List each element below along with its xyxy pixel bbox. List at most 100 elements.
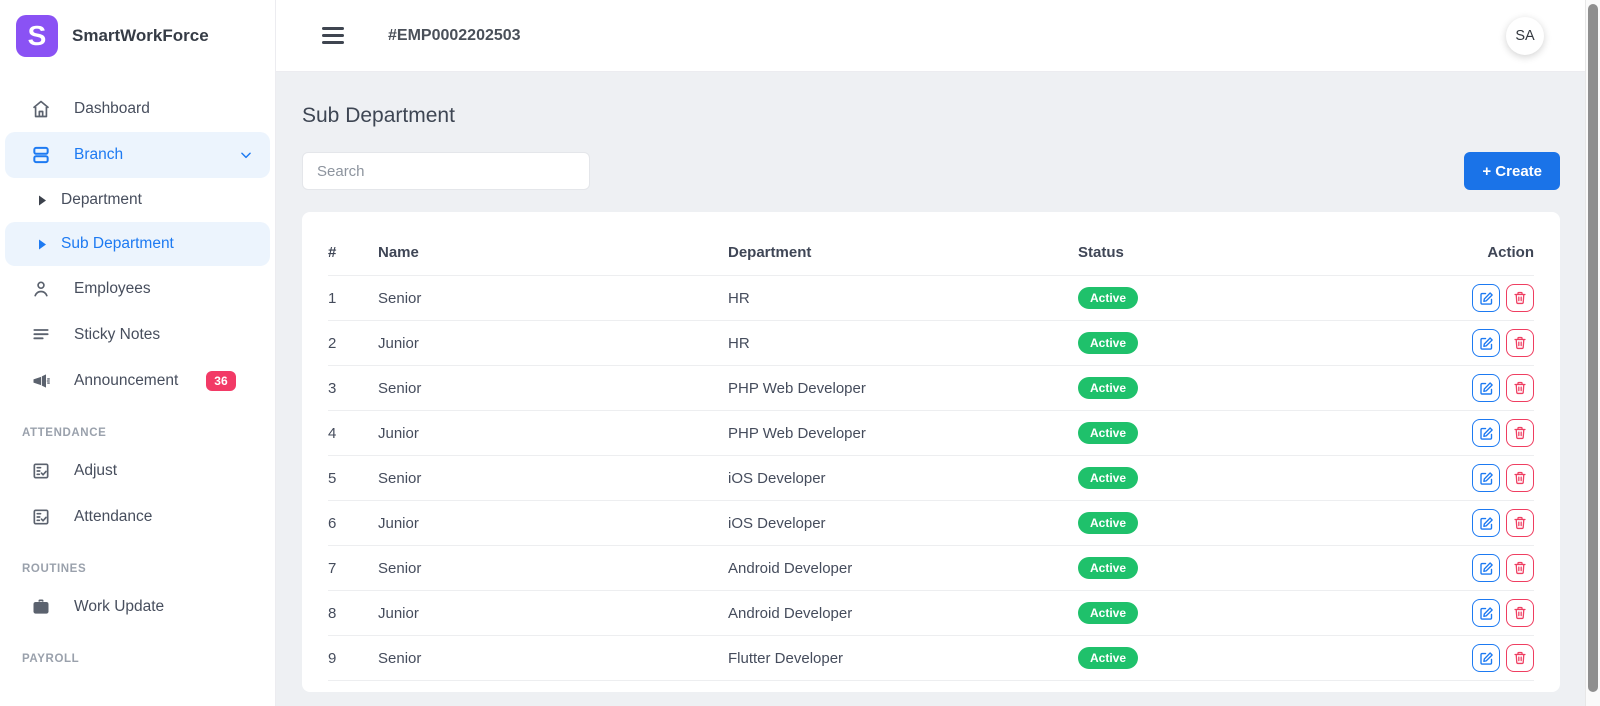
edit-button[interactable] xyxy=(1472,464,1500,492)
delete-button[interactable] xyxy=(1506,644,1534,672)
search-input[interactable] xyxy=(302,152,590,190)
delete-button[interactable] xyxy=(1506,554,1534,582)
caret-right-icon xyxy=(38,195,47,206)
row-department: Flutter Developer xyxy=(728,636,1078,681)
row-status: Active xyxy=(1078,456,1428,501)
row-name: Junior xyxy=(378,501,728,546)
row-name: Junior xyxy=(378,321,728,366)
delete-button[interactable] xyxy=(1506,374,1534,402)
edit-button[interactable] xyxy=(1472,554,1500,582)
brand: S SmartWorkForce xyxy=(0,0,275,68)
megaphone-icon xyxy=(30,370,52,392)
delete-button[interactable] xyxy=(1506,509,1534,537)
caret-right-icon xyxy=(38,239,47,250)
branch-icon xyxy=(30,144,52,166)
sidebar-nav: DashboardBranchDepartmentSub DepartmentE… xyxy=(0,68,275,674)
sidebar-item-dashboard[interactable]: Dashboard xyxy=(0,86,275,132)
hamburger-menu-icon[interactable] xyxy=(322,27,344,44)
row-status: Active xyxy=(1078,321,1428,366)
edit-button[interactable] xyxy=(1472,374,1500,402)
row-number: 9 xyxy=(328,636,378,681)
topbar: #EMP0002202503 SA xyxy=(276,0,1600,72)
sidebar-item-label: Adjust xyxy=(74,462,117,480)
row-name: Senior xyxy=(378,456,728,501)
row-actions xyxy=(1428,276,1534,321)
row-number: 6 xyxy=(328,501,378,546)
header-status: Status xyxy=(1078,232,1428,276)
header-num: # xyxy=(328,232,378,276)
sidebar-item-employees[interactable]: Employees xyxy=(0,266,275,312)
row-department: iOS Developer xyxy=(728,456,1078,501)
sidebar-item-department[interactable]: Department xyxy=(0,178,275,222)
row-actions xyxy=(1428,501,1534,546)
chevron-down-icon xyxy=(239,148,253,162)
delete-button[interactable] xyxy=(1506,419,1534,447)
row-actions xyxy=(1428,366,1534,411)
row-actions xyxy=(1428,456,1534,501)
main-area: #EMP0002202503 SA Sub Department + Creat… xyxy=(276,0,1600,706)
status-badge: Active xyxy=(1078,602,1138,624)
edit-button[interactable] xyxy=(1472,644,1500,672)
header-name: Name xyxy=(378,232,728,276)
row-department: PHP Web Developer xyxy=(728,366,1078,411)
trash-icon xyxy=(1513,381,1527,395)
edit-pencil-icon xyxy=(1479,336,1494,351)
status-badge: Active xyxy=(1078,467,1138,489)
status-badge: Active xyxy=(1078,557,1138,579)
edit-pencil-icon xyxy=(1479,426,1494,441)
app-window: S SmartWorkForce DashboardBranchDepartme… xyxy=(0,0,1600,706)
status-badge: Active xyxy=(1078,332,1138,354)
row-name: Junior xyxy=(378,591,728,636)
trash-icon xyxy=(1513,516,1527,530)
create-button[interactable]: + Create xyxy=(1464,152,1560,190)
row-actions xyxy=(1428,321,1534,366)
row-department: Android Developer xyxy=(728,546,1078,591)
sidebar-item-attendance[interactable]: Attendance xyxy=(0,494,275,540)
edit-button[interactable] xyxy=(1472,419,1500,447)
edit-button[interactable] xyxy=(1472,329,1500,357)
delete-button[interactable] xyxy=(1506,599,1534,627)
sidebar-item-work-update[interactable]: Work Update xyxy=(0,584,275,630)
avatar[interactable]: SA xyxy=(1506,17,1544,55)
table-row: 3SeniorPHP Web DeveloperActive xyxy=(328,366,1534,411)
vertical-scrollbar[interactable] xyxy=(1585,0,1600,706)
trash-icon xyxy=(1513,471,1527,485)
edit-pencil-icon xyxy=(1479,606,1494,621)
clipboard-check-icon xyxy=(30,460,52,482)
table-card: # Name Department Status Action 1SeniorH… xyxy=(302,212,1560,692)
sidebar-section-attendance: ATTENDANCE xyxy=(0,404,275,448)
edit-pencil-icon xyxy=(1479,381,1494,396)
trash-icon xyxy=(1513,336,1527,350)
brand-logo-icon: S xyxy=(16,15,58,57)
edit-pencil-icon xyxy=(1479,516,1494,531)
status-badge: Active xyxy=(1078,422,1138,444)
sidebar: S SmartWorkForce DashboardBranchDepartme… xyxy=(0,0,276,706)
table-row: 9SeniorFlutter DeveloperActive xyxy=(328,636,1534,681)
sidebar-item-sticky-notes[interactable]: Sticky Notes xyxy=(0,312,275,358)
edit-pencil-icon xyxy=(1479,651,1494,666)
sidebar-item-adjust[interactable]: Adjust xyxy=(0,448,275,494)
sidebar-item-announcement[interactable]: Announcement36 xyxy=(0,358,275,404)
row-actions xyxy=(1428,411,1534,456)
table-row: 4JuniorPHP Web DeveloperActive xyxy=(328,411,1534,456)
delete-button[interactable] xyxy=(1506,329,1534,357)
delete-button[interactable] xyxy=(1506,464,1534,492)
status-badge: Active xyxy=(1078,647,1138,669)
table-row: 5SenioriOS DeveloperActive xyxy=(328,456,1534,501)
sidebar-item-branch[interactable]: Branch xyxy=(5,132,270,178)
edit-pencil-icon xyxy=(1479,471,1494,486)
sub-department-table: # Name Department Status Action 1SeniorH… xyxy=(328,232,1534,681)
delete-button[interactable] xyxy=(1506,284,1534,312)
edit-button[interactable] xyxy=(1472,599,1500,627)
row-department: PHP Web Developer xyxy=(728,411,1078,456)
trash-icon xyxy=(1513,291,1527,305)
row-status: Active xyxy=(1078,546,1428,591)
scrollbar-thumb[interactable] xyxy=(1588,4,1598,692)
edit-button[interactable] xyxy=(1472,509,1500,537)
edit-pencil-icon xyxy=(1479,291,1494,306)
row-department: HR xyxy=(728,321,1078,366)
sidebar-item-sub-department[interactable]: Sub Department xyxy=(5,222,270,266)
edit-button[interactable] xyxy=(1472,284,1500,312)
sidebar-item-label: Sticky Notes xyxy=(74,326,160,344)
row-actions xyxy=(1428,591,1534,636)
